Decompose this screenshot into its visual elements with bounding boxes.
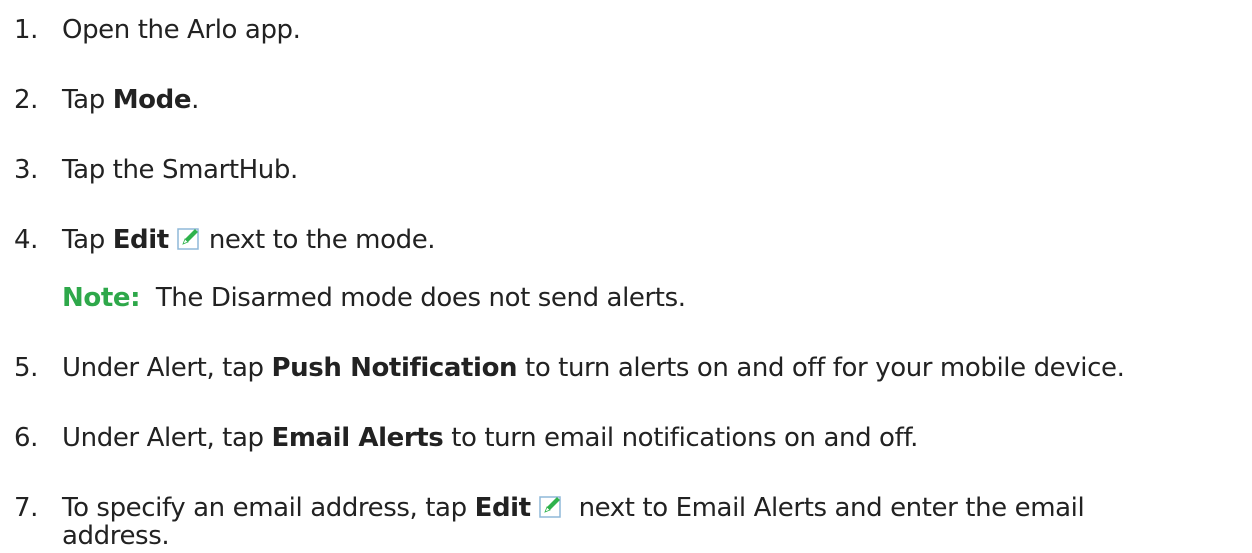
step-text: Tap <box>62 85 113 115</box>
step-text: Tap <box>62 225 113 255</box>
step-text: . <box>191 85 199 115</box>
step-number: 1. <box>14 15 39 45</box>
step-text: next to Email Alerts and enter the email <box>570 493 1085 523</box>
step-text: to turn email notifications on and off. <box>443 423 919 453</box>
edit-label: Edit <box>112 225 170 255</box>
instruction-steps: 1. Open the Arlo app. 2. Tap Mode. 3. Tap t… <box>0 0 1252 551</box>
edit-pencil-icon <box>177 226 201 250</box>
step-number: 4. <box>14 225 39 255</box>
mode-label: Mode <box>112 85 192 115</box>
step-number: 7. <box>14 493 39 523</box>
step-text: address. <box>62 521 170 551</box>
step-text: Open the Arlo app. <box>62 15 301 45</box>
step-text: Under Alert, tap <box>62 423 272 453</box>
step-text: next to the mode. <box>208 225 436 255</box>
note-text: The Disarmed mode does not send alerts. <box>155 283 686 313</box>
note-label: Note: <box>62 283 141 313</box>
step-number: 3. <box>14 155 39 185</box>
edit-pencil-icon <box>538 494 563 518</box>
step-text: to turn alerts on and off for your mobil… <box>517 353 1125 383</box>
step-2: 2. Tap Mode. <box>14 83 199 117</box>
step-text: Tap the SmartHub. <box>62 155 298 185</box>
edit-label: Edit <box>474 493 532 523</box>
step-4: 4. Tap Edit next to the mode. <box>14 223 436 257</box>
step-number: 5. <box>14 353 39 383</box>
step-5: 5. Under Alert, tap Push Notification to … <box>14 351 1125 385</box>
step-3: 3. Tap the SmartHub. <box>14 153 298 187</box>
email-alerts-label: Email Alerts <box>271 423 444 453</box>
step-number: 2. <box>14 85 39 115</box>
step-7: 7. To specify an email address, tap Edit … <box>14 491 1085 525</box>
step-7-continuation: address. <box>62 519 170 553</box>
step-text: Under Alert, tap <box>62 353 272 383</box>
step-6: 6. Under Alert, tap Email Alerts to turn … <box>14 421 918 455</box>
note: Note: The Disarmed mode does not send al… <box>62 281 686 315</box>
push-notification-label: Push Notification <box>271 353 518 383</box>
step-1: 1. Open the Arlo app. <box>14 13 301 47</box>
step-number: 6. <box>14 423 39 453</box>
